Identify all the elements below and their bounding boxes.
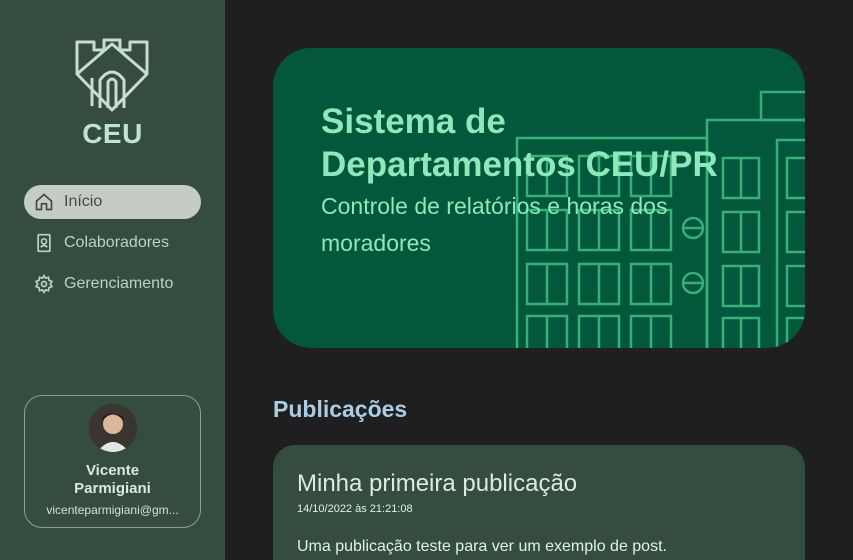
home-icon [33,191,55,213]
profile-name: Vicente Parmigiani [74,462,151,497]
sidebar-item-gerenciamento[interactable]: Gerenciamento [24,267,201,301]
publication-date: 14/10/2022 às 21:21:08 [297,503,413,515]
sidebar: CEU Início Colaboradores Gerenciamento V… [0,0,225,560]
sidebar-item-label: Início [64,193,103,210]
hero-subtitle: Controle de relatórios e horas dos morad… [321,193,668,256]
user-profile-card[interactable]: Vicente Parmigiani vicenteparmigiani@gm.… [24,395,201,528]
sidebar-nav: Início Colaboradores Gerenciamento [24,185,201,308]
avatar [89,404,137,452]
sidebar-item-label: Colaboradores [64,234,169,251]
ceu-logo-icon [72,34,152,114]
publication-body: Uma publicação teste para ver um exemplo… [297,538,667,555]
sidebar-item-label: Gerenciamento [64,275,174,292]
hero-banner: Sistema de Departamentos CEU/PR Controle… [273,48,805,348]
profile-email: vicenteparmigiani@gm... [46,503,179,517]
sidebar-item-inicio[interactable]: Início [24,185,201,219]
brand-name: CEU [82,118,143,149]
publications-heading: Publicações [273,396,408,422]
gear-icon [33,273,55,295]
publication-card[interactable]: Minha primeira publicação 14/10/2022 às … [273,445,805,560]
sidebar-item-colaboradores[interactable]: Colaboradores [24,226,201,260]
hero-title: Sistema de Departamentos CEU/PR [321,102,718,184]
publication-title: Minha primeira publicação [297,470,578,497]
badge-icon [33,232,55,254]
